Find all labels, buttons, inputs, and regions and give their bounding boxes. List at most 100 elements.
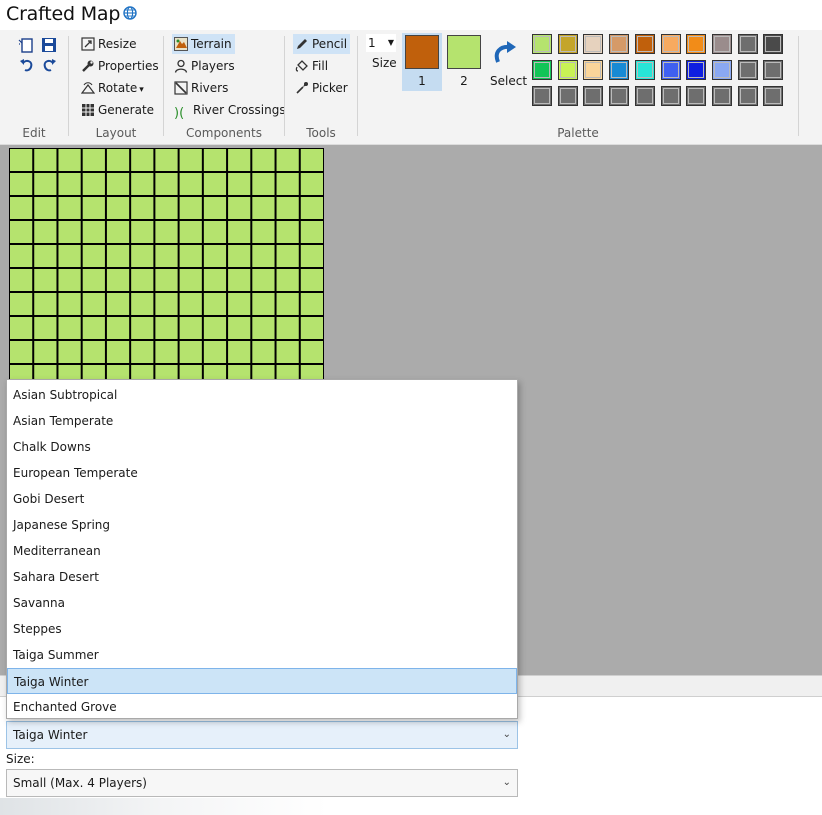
terrain-tile[interactable]: [300, 269, 323, 291]
terrain-tile[interactable]: [203, 197, 227, 219]
fill-button[interactable]: Fill: [293, 56, 331, 76]
terrain-tile[interactable]: [58, 221, 81, 243]
terrain-tile[interactable]: [82, 245, 105, 267]
terrain-tile[interactable]: [155, 221, 178, 243]
terrain-tile[interactable]: [276, 293, 299, 315]
palette-swatch[interactable]: [737, 34, 758, 54]
theme-option[interactable]: Mediterranean: [7, 538, 517, 564]
terrain-tile[interactable]: [82, 197, 105, 219]
rivers-button[interactable]: Rivers: [172, 78, 231, 98]
palette-swatch[interactable]: [634, 34, 655, 54]
palette-swatch[interactable]: [557, 86, 578, 106]
palette-swatch[interactable]: [557, 34, 578, 54]
palette-swatch[interactable]: [686, 86, 707, 106]
palette-swatch[interactable]: [660, 86, 681, 106]
palette-swatch[interactable]: [737, 86, 758, 106]
terrain-tile[interactable]: [155, 173, 178, 195]
terrain-tile[interactable]: [131, 245, 154, 267]
picker-button[interactable]: Picker: [293, 78, 351, 98]
terrain-tile[interactable]: [58, 197, 81, 219]
terrain-tile[interactable]: [179, 269, 202, 291]
terrain-tile[interactable]: [203, 221, 227, 243]
terrain-tile[interactable]: [179, 149, 202, 171]
terrain-tile[interactable]: [252, 293, 275, 315]
terrain-tile[interactable]: [228, 149, 251, 171]
terrain-tile[interactable]: [252, 197, 275, 219]
primary-color-swatch[interactable]: [405, 35, 439, 69]
palette-swatch[interactable]: [711, 34, 732, 54]
terrain-grid-svg[interactable]: [9, 148, 324, 388]
terrain-tile[interactable]: [155, 341, 178, 363]
terrain-tile[interactable]: [10, 293, 33, 315]
terrain-tile[interactable]: [179, 341, 202, 363]
river-crossings-button[interactable]: )(River Crossings: [172, 100, 289, 121]
terrain-tile[interactable]: [179, 221, 202, 243]
terrain-tile[interactable]: [10, 149, 33, 171]
terrain-tile[interactable]: [106, 341, 130, 363]
terrain-tile[interactable]: [155, 269, 178, 291]
terrain-grid[interactable]: [9, 148, 324, 388]
terrain-tile[interactable]: [34, 149, 57, 171]
terrain-tile[interactable]: [58, 341, 81, 363]
terrain-tile[interactable]: [179, 317, 202, 339]
terrain-tile[interactable]: [228, 197, 251, 219]
palette-swatch[interactable]: [583, 60, 604, 80]
terrain-tile[interactable]: [300, 317, 323, 339]
palette-swatch[interactable]: [711, 86, 732, 106]
terrain-tile[interactable]: [155, 149, 178, 171]
terrain-tile[interactable]: [82, 341, 105, 363]
terrain-tile[interactable]: [155, 317, 178, 339]
terrain-tile[interactable]: [252, 269, 275, 291]
terrain-tile[interactable]: [155, 197, 178, 219]
terrain-tile[interactable]: [131, 341, 154, 363]
terrain-tile[interactable]: [131, 197, 154, 219]
terrain-tile[interactable]: [131, 269, 154, 291]
theme-option[interactable]: Enchanted Grove: [7, 694, 517, 720]
terrain-tile[interactable]: [106, 293, 130, 315]
terrain-tile[interactable]: [203, 269, 227, 291]
terrain-tile[interactable]: [106, 245, 130, 267]
terrain-tile[interactable]: [276, 173, 299, 195]
theme-option[interactable]: Taiga Summer: [7, 642, 517, 668]
terrain-tile[interactable]: [10, 341, 33, 363]
terrain-tile[interactable]: [228, 317, 251, 339]
terrain-tile[interactable]: [228, 221, 251, 243]
palette-swatch[interactable]: [609, 60, 630, 80]
terrain-tile[interactable]: [203, 245, 227, 267]
terrain-tile[interactable]: [106, 317, 130, 339]
terrain-tile[interactable]: [300, 245, 323, 267]
terrain-tile[interactable]: [252, 341, 275, 363]
undo-icon[interactable]: [18, 56, 36, 74]
terrain-tile[interactable]: [203, 317, 227, 339]
terrain-tile[interactable]: [228, 245, 251, 267]
theme-option[interactable]: Steppes: [7, 616, 517, 642]
palette-swatch[interactable]: [634, 60, 655, 80]
terrain-tile[interactable]: [252, 245, 275, 267]
brush-size-select[interactable]: 1 ▼: [366, 34, 396, 52]
palette-swatch[interactable]: [532, 34, 552, 54]
terrain-tile[interactable]: [203, 149, 227, 171]
terrain-button[interactable]: Terrain: [172, 34, 235, 54]
theme-dropdown-list[interactable]: Asian Subtropical Asian Temperate Chalk Do…: [6, 379, 518, 719]
terrain-tile[interactable]: [203, 341, 227, 363]
terrain-tile[interactable]: [131, 317, 154, 339]
terrain-tile[interactable]: [82, 317, 105, 339]
terrain-tile[interactable]: [228, 341, 251, 363]
terrain-tile[interactable]: [58, 173, 81, 195]
palette-swatch[interactable]: [609, 86, 630, 106]
palette-swatch[interactable]: [763, 34, 784, 54]
terrain-tile[interactable]: [34, 197, 57, 219]
terrain-tile[interactable]: [58, 293, 81, 315]
terrain-tile[interactable]: [82, 221, 105, 243]
palette-swatch[interactable]: [711, 60, 732, 80]
resize-button[interactable]: Resize: [79, 34, 139, 54]
terrain-tile[interactable]: [34, 293, 57, 315]
terrain-tile[interactable]: [203, 293, 227, 315]
terrain-tile[interactable]: [179, 293, 202, 315]
terrain-tile[interactable]: [131, 173, 154, 195]
terrain-tile[interactable]: [276, 197, 299, 219]
theme-option[interactable]: Chalk Downs: [7, 434, 517, 460]
palette-swatch[interactable]: [583, 34, 604, 54]
palette-swatch[interactable]: [763, 60, 784, 80]
terrain-tile[interactable]: [82, 149, 105, 171]
